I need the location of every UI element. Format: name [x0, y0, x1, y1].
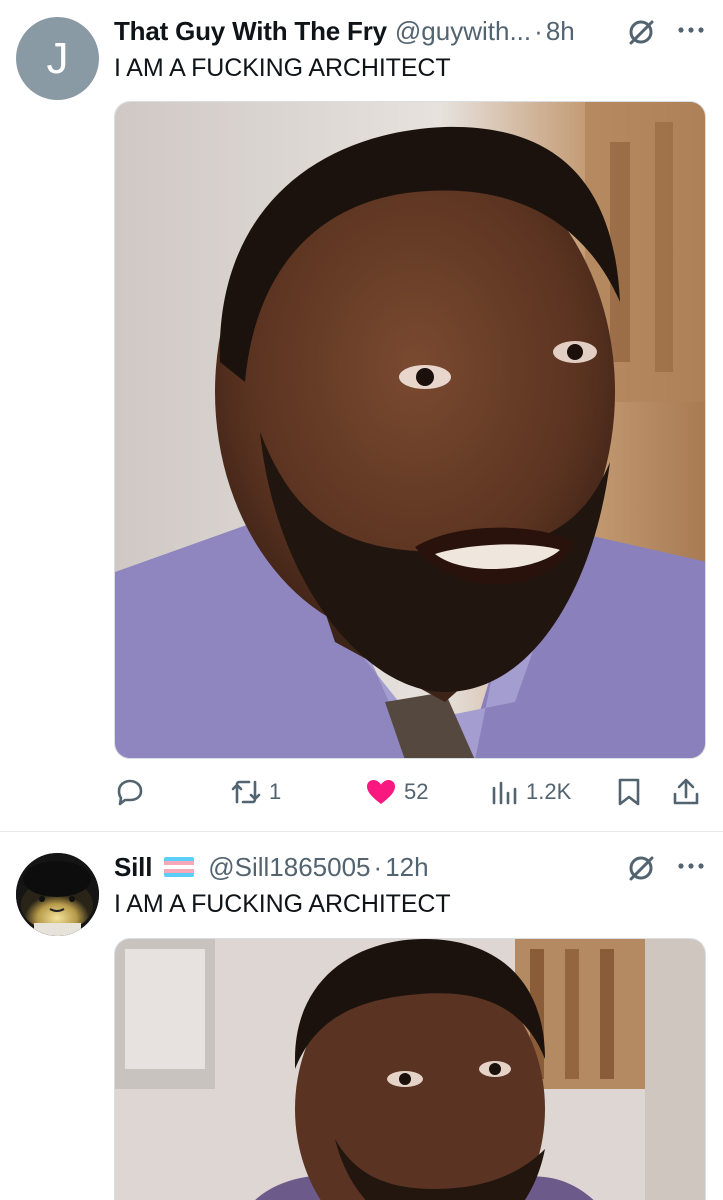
share-button[interactable]: [670, 770, 702, 814]
avatar[interactable]: J: [16, 17, 99, 100]
separator: ·: [373, 851, 383, 882]
heart-icon: [367, 780, 395, 804]
user-handle[interactable]: @guywith...: [395, 16, 531, 47]
display-name[interactable]: Sill: [114, 852, 152, 883]
timestamp[interactable]: 12h: [385, 852, 428, 883]
avatar-image: [16, 853, 99, 936]
tweet-text: I AM A FUCKING ARCHITECT: [114, 54, 451, 82]
tweet-header: Sill @Sill1865005 · 12h: [114, 850, 429, 884]
share-icon: [673, 778, 699, 805]
tweet[interactable]: Sill @Sill1865005 · 12h I AM A FUCKING A…: [0, 832, 723, 1200]
avatar-letter: J: [46, 33, 69, 83]
photo-illustration: [115, 939, 705, 1200]
display-name[interactable]: That Guy With The Fry: [114, 16, 387, 47]
user-handle[interactable]: @Sill1865005: [208, 852, 370, 883]
tweet-text: I AM A FUCKING ARCHITECT: [114, 890, 451, 918]
tweet-media-image[interactable]: [114, 938, 706, 1200]
tweet-header: That Guy With The Fry @guywith... · 8h: [114, 14, 575, 48]
retweet-icon: [231, 780, 261, 804]
more-icon[interactable]: [676, 25, 706, 35]
views-count: 1.2K: [526, 779, 572, 804]
views-icon: [492, 781, 517, 805]
retweet-count: 1: [269, 779, 282, 804]
muted-icon[interactable]: [625, 852, 657, 884]
muted-icon[interactable]: [625, 16, 657, 48]
photo-illustration: [115, 102, 705, 758]
timestamp[interactable]: 8h: [546, 16, 575, 47]
trans-flag-icon: [164, 857, 195, 877]
tweet-media-image[interactable]: [114, 101, 706, 759]
reply-icon: [117, 779, 143, 806]
reply-button[interactable]: [114, 770, 152, 814]
like-count: 52: [404, 779, 429, 804]
tweet-actions: 1 52 1.2K: [114, 770, 706, 814]
bookmark-button[interactable]: [614, 770, 644, 814]
separator: ·: [534, 15, 543, 46]
views-button[interactable]: 1.2K: [490, 770, 571, 814]
avatar[interactable]: [16, 853, 99, 936]
retweet-button[interactable]: 1: [229, 770, 281, 814]
bookmark-icon: [618, 778, 640, 806]
more-icon[interactable]: [676, 861, 706, 871]
like-button[interactable]: 52: [364, 770, 428, 814]
tweet[interactable]: J That Guy With The Fry @guywith... · 8h…: [0, 0, 723, 832]
